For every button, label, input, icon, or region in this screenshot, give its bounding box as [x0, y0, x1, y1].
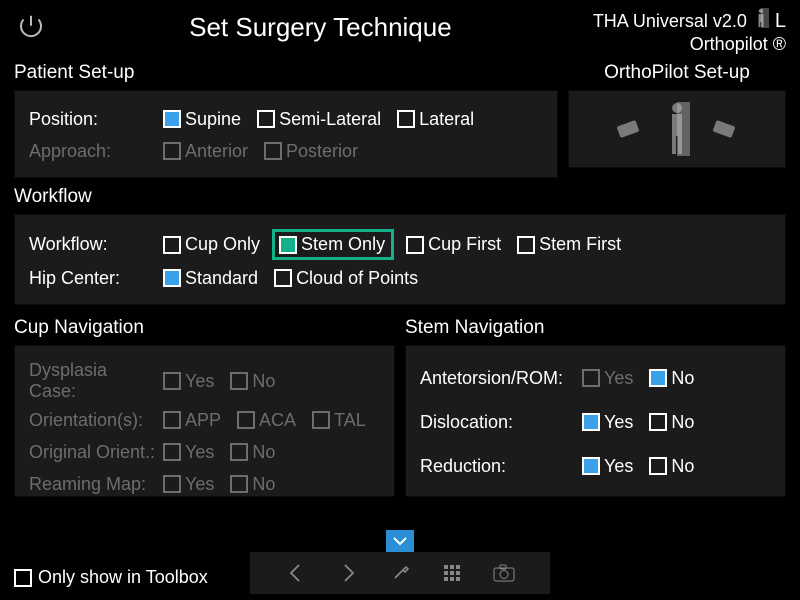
prev-button[interactable]: [282, 559, 310, 587]
approach-label: Approach:: [29, 141, 159, 162]
stem-nav-panel: Antetorsion/ROM: Yes No Dislocation: Yes…: [405, 345, 786, 497]
approach-posterior: Posterior: [260, 139, 362, 164]
dislocation-yes[interactable]: Yes: [578, 410, 637, 435]
reaming-label: Reaming Map:: [29, 474, 159, 495]
cup-nav-label: Cup Navigation: [14, 317, 395, 339]
antetorsion-yes: Yes: [578, 366, 637, 391]
camera-button[interactable]: [490, 559, 518, 587]
hip-standard[interactable]: Standard: [159, 266, 262, 291]
reduction-label: Reduction:: [420, 456, 578, 477]
toolbox-only-label: Only show in Toolbox: [38, 567, 208, 588]
next-button[interactable]: [334, 559, 362, 587]
side-indicator: L: [775, 10, 786, 32]
bottom-toolbar: [250, 552, 550, 594]
reaming-yes: Yes: [159, 472, 218, 497]
workflow-panel: Workflow: Cup Only Stem Only Cup First S…: [14, 214, 786, 305]
dislocation-label: Dislocation:: [420, 412, 578, 433]
workflow-cup-only[interactable]: Cup Only: [159, 232, 264, 257]
dysplasia-yes: Yes: [159, 369, 218, 394]
position-supine[interactable]: Supine: [159, 107, 245, 132]
dislocation-no[interactable]: No: [645, 410, 698, 435]
cup-nav-panel: Dysplasia Case: Yes No Orientation(s): A…: [14, 345, 395, 497]
workflow-field-label: Workflow:: [29, 234, 159, 255]
workflow-stem-only[interactable]: Stem Only: [272, 229, 394, 260]
workflow-label: Workflow: [14, 186, 786, 208]
orient-aca: ACA: [233, 408, 300, 433]
version-text: THA Universal v2.0: [593, 10, 747, 32]
reduction-yes[interactable]: Yes: [578, 454, 637, 479]
dysplasia-label: Dysplasia Case:: [29, 360, 159, 402]
orthopilot-setup-panel[interactable]: [568, 90, 786, 168]
hip-cloud[interactable]: Cloud of Points: [270, 266, 422, 291]
workflow-stem-first[interactable]: Stem First: [513, 232, 625, 257]
patient-setup-panel: Position: Supine Semi-Lateral Lateral Ap…: [14, 90, 558, 178]
workflow-cup-first[interactable]: Cup First: [402, 232, 505, 257]
settings-button[interactable]: [386, 559, 414, 587]
orient-app: APP: [159, 408, 225, 433]
antetorsion-no[interactable]: No: [645, 366, 698, 391]
header-right: THA Universal v2.0 L Orthopilot ®: [593, 8, 786, 55]
position-lateral[interactable]: Lateral: [393, 107, 478, 132]
reaming-no: No: [226, 472, 279, 497]
original-orient-label: Original Orient.:: [29, 442, 159, 463]
approach-anterior: Anterior: [159, 139, 252, 164]
grid-button[interactable]: [438, 559, 466, 587]
expand-toolbar-button[interactable]: [386, 530, 414, 552]
toolbox-only-checkbox[interactable]: Only show in Toolbox: [14, 567, 208, 588]
original-orient-no: No: [226, 440, 279, 465]
power-button[interactable]: [14, 10, 48, 44]
orient-tal: TAL: [308, 408, 370, 433]
page-title: Set Surgery Technique: [48, 12, 593, 43]
brand-text: Orthopilot ®: [593, 33, 786, 55]
antetorsion-label: Antetorsion/ROM:: [420, 368, 578, 389]
transmitter-left-icon: [612, 115, 646, 143]
patient-body-icon: [664, 102, 690, 156]
transmitter-right-icon: [708, 115, 742, 143]
header: Set Surgery Technique THA Universal v2.0…: [0, 0, 800, 58]
position-label: Position:: [29, 109, 159, 130]
orientations-label: Orientation(s):: [29, 410, 159, 431]
position-semi-lateral[interactable]: Semi-Lateral: [253, 107, 385, 132]
body-icon: [753, 8, 769, 33]
patient-setup-label: Patient Set-up: [14, 62, 558, 84]
stem-nav-label: Stem Navigation: [405, 317, 786, 339]
original-orient-yes: Yes: [159, 440, 218, 465]
reduction-no[interactable]: No: [645, 454, 698, 479]
hip-center-label: Hip Center:: [29, 268, 159, 289]
orthopilot-setup-label: OrthoPilot Set-up: [568, 62, 786, 84]
dysplasia-no: No: [226, 369, 279, 394]
